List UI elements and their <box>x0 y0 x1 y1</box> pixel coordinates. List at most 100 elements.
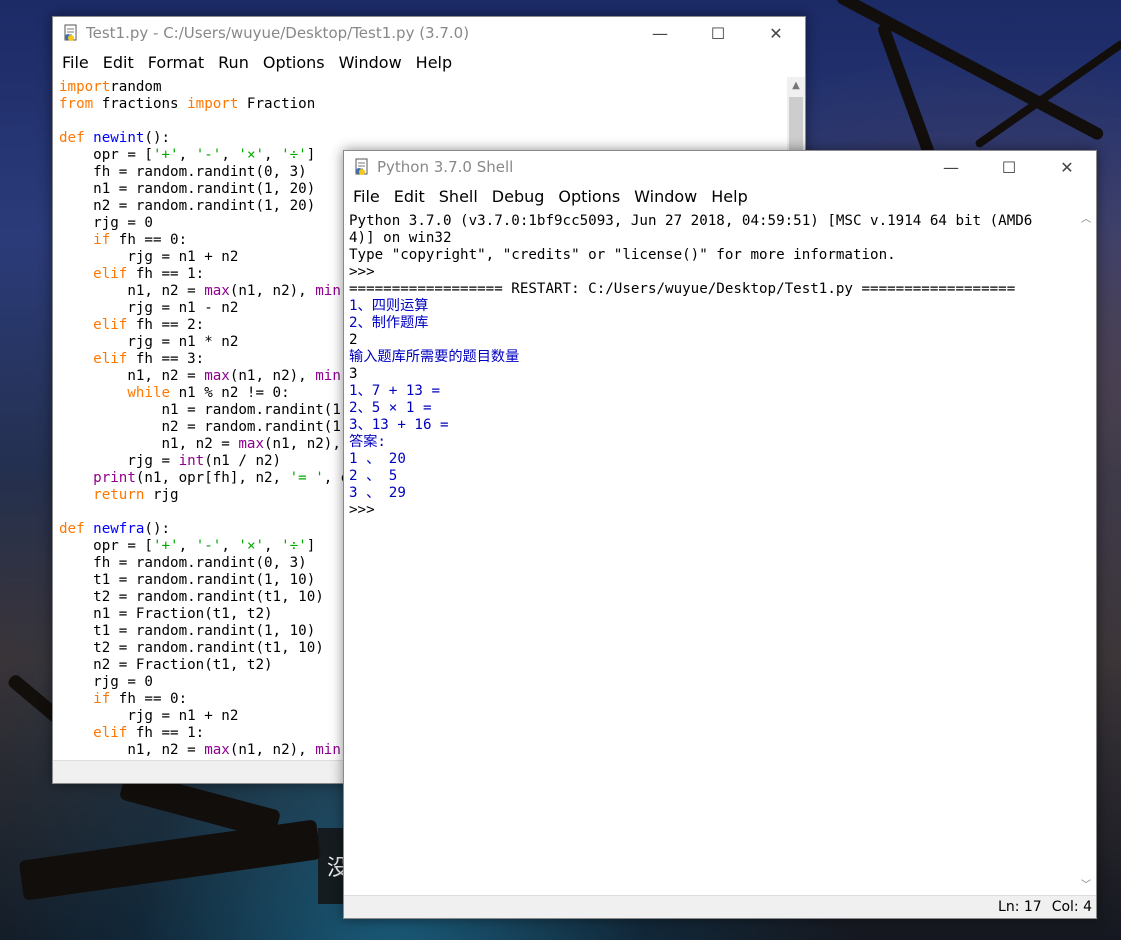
code-token: rjg = n1 * n2 <box>59 334 239 350</box>
shell-line: >>> <box>349 264 1076 281</box>
code-token: (n1, n2), <box>264 436 350 452</box>
code-token: newint <box>93 130 145 146</box>
code-token: 3 、 29 <box>349 485 406 501</box>
code-token: 1、7 + 13 = <box>349 383 449 399</box>
menu-help[interactable]: Help <box>704 187 754 206</box>
menu-format[interactable]: Format <box>141 53 211 72</box>
code-token: n1, n2 = <box>59 283 205 299</box>
shell-line: 2、制作题库 <box>349 315 1076 332</box>
code-token: 4)] on win32 <box>349 230 452 246</box>
python-file-icon <box>62 24 80 42</box>
code-token: 2、5 × 1 = <box>349 400 441 416</box>
code-token: n1, n2 = <box>59 368 205 384</box>
code-token: n1, n2 = <box>59 742 205 758</box>
shell-line: 3、13 + 16 = <box>349 417 1076 434</box>
code-token: int <box>178 453 205 469</box>
code-token: rjg = <box>59 453 179 469</box>
maximize-icon[interactable]: ☐ <box>689 17 747 49</box>
scroll-up-icon[interactable]: ▲ <box>787 77 805 95</box>
code-token: from <box>59 96 94 112</box>
scroll-down-icon[interactable]: ﹀ <box>1076 877 1096 895</box>
shell-line: 2 <box>349 332 1076 349</box>
code-token: if <box>59 691 111 707</box>
shell-vscrollbar[interactable]: ︿ ﹀ <box>1076 211 1096 895</box>
maximize-icon[interactable]: ☐ <box>980 151 1038 183</box>
shell-line: 4)] on win32 <box>349 230 1076 247</box>
editor-scroll-thumb[interactable] <box>789 97 803 157</box>
code-token: , <box>221 147 239 163</box>
code-token: def <box>59 130 94 146</box>
code-token: , <box>221 538 239 554</box>
editor-titlebar[interactable]: Test1.py - C:/Users/wuyue/Desktop/Test1.… <box>53 17 805 49</box>
close-icon[interactable]: ✕ <box>1038 151 1096 183</box>
menu-edit[interactable]: Edit <box>96 53 141 72</box>
code-token: random <box>110 79 162 95</box>
code-token: t1 = random.randint(1, 10) <box>59 572 316 588</box>
code-token: n1 = random.randint(1, 20) <box>59 181 316 197</box>
code-token: elif <box>59 351 128 367</box>
editor-menubar: File Edit Format Run Options Window Help <box>53 49 805 75</box>
code-token: '÷' <box>281 538 307 554</box>
code-token: , <box>178 147 196 163</box>
code-token: fh = random.randint(0, 3) <box>59 164 307 180</box>
code-token: import <box>187 96 239 112</box>
code-token: fh == 2: <box>127 317 205 333</box>
code-token: '-' <box>195 538 222 554</box>
shell-title: Python 3.7.0 Shell <box>377 158 514 176</box>
menu-edit[interactable]: Edit <box>387 187 432 206</box>
code-token: (n1, n2), <box>229 742 316 758</box>
shell-line: 1、7 + 13 = <box>349 383 1076 400</box>
menu-window[interactable]: Window <box>332 53 409 72</box>
menu-help[interactable]: Help <box>409 53 459 72</box>
menu-options[interactable]: Options <box>256 53 332 72</box>
code-token: t2 = random.randint(t1, 10) <box>59 640 324 656</box>
status-column: Col: 4 <box>1051 899 1092 915</box>
code-token: rjg = n1 + n2 <box>59 708 239 724</box>
code-token: if <box>59 232 111 248</box>
shell-line: 1 、 20 <box>349 451 1076 468</box>
minimize-icon[interactable]: — <box>631 17 689 49</box>
code-line: importrandom <box>59 79 787 96</box>
code-token: 1 、 20 <box>349 451 406 467</box>
code-token: 输入题库所需要的题目数量 <box>349 349 520 365</box>
menu-window[interactable]: Window <box>627 187 704 206</box>
menu-run[interactable]: Run <box>211 53 256 72</box>
shell-line: 3 <box>349 366 1076 383</box>
code-token: '+' <box>152 538 179 554</box>
shell-window: Python 3.7.0 Shell — ☐ ✕ File Edit Shell… <box>343 150 1097 919</box>
menu-file[interactable]: File <box>55 53 96 72</box>
code-token: elif <box>59 317 128 333</box>
code-token: , <box>178 538 196 554</box>
menu-debug[interactable]: Debug <box>485 187 552 206</box>
code-token: '= ' <box>289 470 324 486</box>
shell-titlebar[interactable]: Python 3.7.0 Shell — ☐ ✕ <box>344 151 1096 183</box>
shell-line: Python 3.7.0 (v3.7.0:1bf9cc5093, Jun 27 … <box>349 213 1076 230</box>
code-token: n2 = random.randint(1, 20) <box>59 198 316 214</box>
status-line: Ln: 17 <box>998 899 1042 915</box>
code-token: def <box>59 521 94 537</box>
close-icon[interactable]: ✕ <box>747 17 805 49</box>
code-token: rjg = 0 <box>59 674 153 690</box>
code-token: '÷' <box>281 147 307 163</box>
code-token: while <box>59 385 171 401</box>
code-token: ] <box>306 538 316 554</box>
scroll-up-icon[interactable]: ︿ <box>1076 211 1096 229</box>
minimize-icon[interactable]: — <box>922 151 980 183</box>
code-token: ] <box>306 147 316 163</box>
menu-options[interactable]: Options <box>551 187 627 206</box>
menu-file[interactable]: File <box>346 187 387 206</box>
menu-shell[interactable]: Shell <box>432 187 485 206</box>
shell-output-area[interactable]: Python 3.7.0 (v3.7.0:1bf9cc5093, Jun 27 … <box>344 211 1076 895</box>
code-token: n1 = random.randint(1, 20) <box>59 402 384 418</box>
code-token: elif <box>59 725 128 741</box>
code-token: rjg = n1 + n2 <box>59 249 239 265</box>
code-token: '-' <box>195 147 222 163</box>
code-token: t2 = random.randint(t1, 10) <box>59 589 324 605</box>
code-token: (): <box>144 130 171 146</box>
code-token: max <box>204 742 230 758</box>
code-line: from fractions import Fraction <box>59 96 787 113</box>
code-token: , <box>264 147 282 163</box>
code-token: opr = [ <box>59 538 153 554</box>
code-token: n1 % n2 != 0: <box>170 385 290 401</box>
